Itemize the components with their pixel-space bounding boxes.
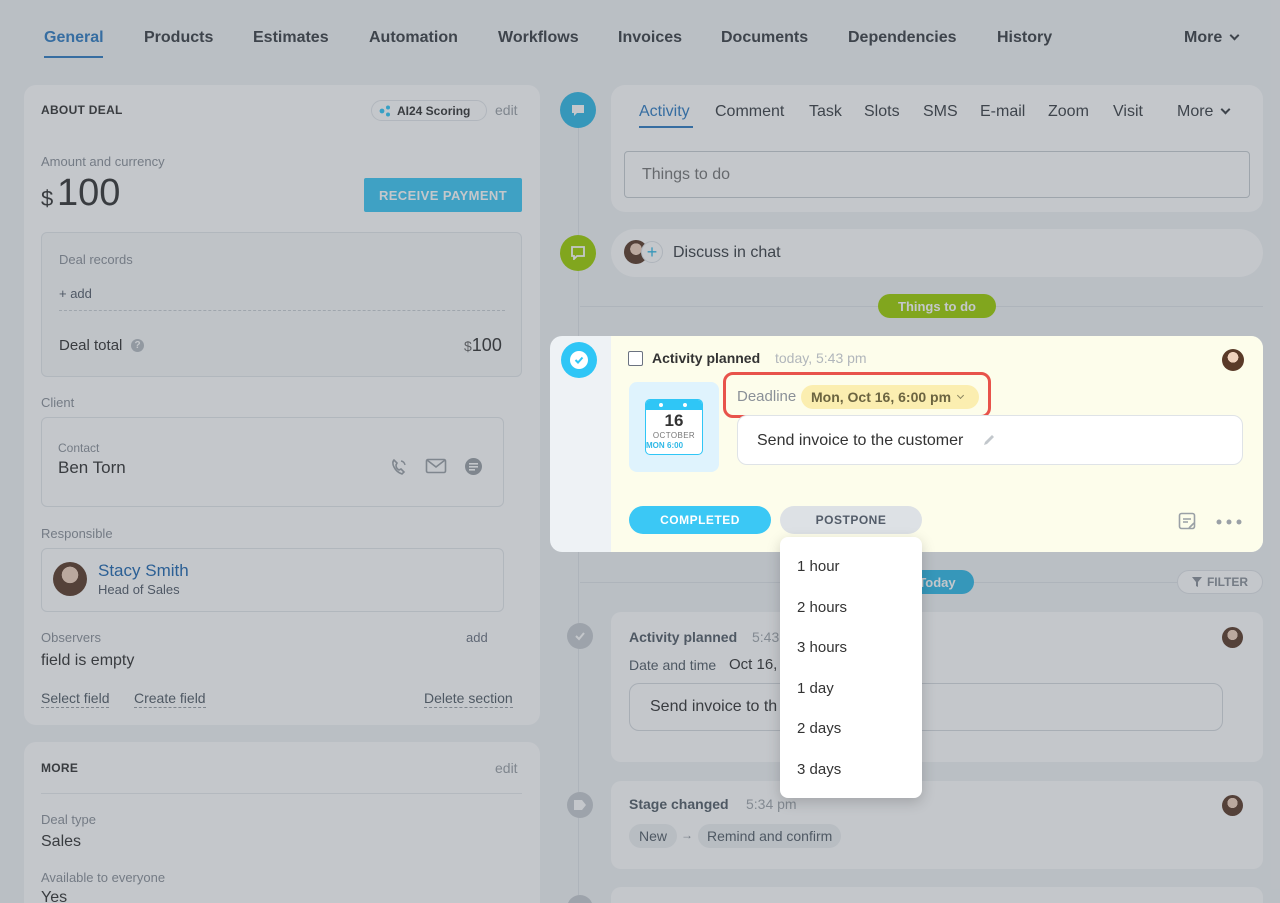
calendar-weekday: MON (646, 441, 665, 450)
postpone-option-2-hours[interactable]: 2 hours (797, 599, 847, 616)
calendar-month: OCTOBER (652, 431, 696, 440)
planned-description: Send invoice to the customer (757, 432, 964, 449)
completed-button[interactable]: COMPLETED (629, 506, 771, 534)
more-dots-icon[interactable] (1216, 518, 1242, 526)
deadline-value: Mon, Oct 16, 6:00 pm (811, 389, 952, 405)
chevron-down-icon (957, 391, 965, 399)
planned-activity-time: today, 5:43 pm (775, 350, 867, 366)
postpone-option-3-hours[interactable]: 3 hours (797, 639, 847, 656)
check-circle-icon (570, 351, 588, 369)
calendar-time: 6:00 (667, 441, 684, 450)
note-icon[interactable] (1178, 512, 1196, 530)
deadline-picker[interactable]: Mon, Oct 16, 6:00 pm (801, 385, 979, 409)
deadline-label: Deadline (737, 388, 797, 405)
activity-complete-checkbox[interactable] (628, 351, 643, 366)
pencil-icon[interactable] (982, 433, 996, 447)
postpone-button[interactable]: POSTPONE (780, 506, 922, 534)
timeline-dot-planned (561, 342, 597, 378)
postpone-option-2-days[interactable]: 2 days (797, 720, 841, 737)
postpone-option-1-day[interactable]: 1 day (797, 680, 834, 697)
planned-activity-title: Activity planned (652, 350, 761, 366)
calendar-icon: 16 OCTOBER MON 6:00 (629, 382, 719, 472)
postpone-option-1-hour[interactable]: 1 hour (797, 558, 840, 575)
postpone-option-3-days[interactable]: 3 days (797, 761, 841, 778)
postpone-dropdown: 1 hour 2 hours 3 hours 1 day 2 days 3 da… (780, 537, 922, 798)
planned-activity-avatar[interactable] (1222, 349, 1244, 371)
calendar-day: 16 (664, 411, 684, 430)
